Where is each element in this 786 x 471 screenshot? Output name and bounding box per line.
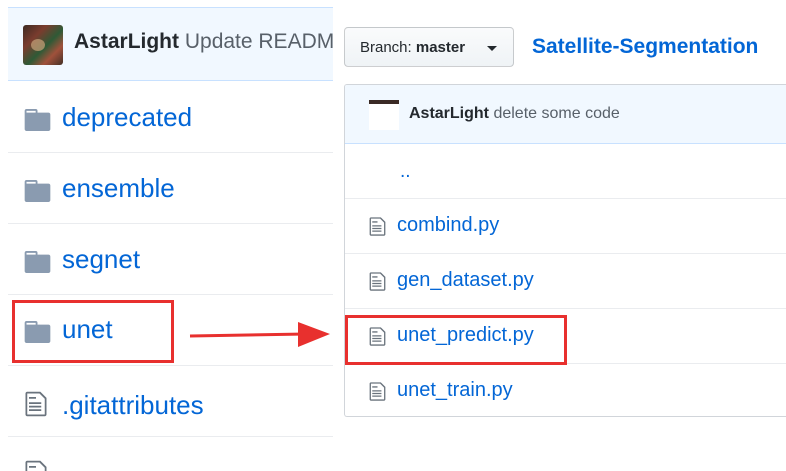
file-row[interactable]: combind.py xyxy=(345,198,786,253)
left-file-list: AstarLight Update READM deprecated ensem… xyxy=(0,0,333,471)
file-link-gitattributes[interactable]: .gitattributes xyxy=(62,390,204,421)
parent-directory-row[interactable]: .. xyxy=(345,143,786,198)
file-row[interactable]: unet_train.py xyxy=(345,363,786,416)
file-icon xyxy=(369,271,386,292)
file-row[interactable]: gen_dataset.py xyxy=(345,253,786,308)
folder-link-segnet[interactable]: segnet xyxy=(62,244,140,275)
parent-directory-link[interactable]: .. xyxy=(400,161,411,183)
list-item[interactable]: .gitattributes xyxy=(8,366,333,437)
file-browser: AstarLight delete some code .. combind.p… xyxy=(344,84,786,417)
author-avatar[interactable] xyxy=(369,100,399,130)
file-icon xyxy=(369,381,386,402)
branch-label: Branch: xyxy=(360,39,412,56)
commit-summary: AstarLight delete some code xyxy=(409,105,620,123)
folder-icon xyxy=(24,251,51,273)
branch-name: master xyxy=(415,39,466,56)
folder-icon xyxy=(24,109,51,131)
latest-commit-bar: AstarLight Update READM xyxy=(8,7,333,81)
list-item-partial[interactable] xyxy=(8,437,333,471)
red-arrow-annotation xyxy=(189,322,330,347)
commit-summary: AstarLight Update READM xyxy=(74,30,333,54)
author-avatar[interactable] xyxy=(23,25,63,65)
latest-commit-bar: AstarLight delete some code xyxy=(345,85,786,144)
list-item[interactable]: deprecated xyxy=(8,82,333,153)
list-item[interactable]: segnet xyxy=(8,224,333,295)
folder-link-deprecated[interactable]: deprecated xyxy=(62,102,192,133)
repo-breadcrumb-link[interactable]: Satellite-Segmentation xyxy=(532,35,758,59)
caret-down-icon xyxy=(487,46,497,51)
list-item[interactable]: ensemble xyxy=(8,153,333,224)
highlight-box-unet-folder xyxy=(12,300,174,363)
file-link-unet-train[interactable]: unet_train.py xyxy=(397,379,513,402)
file-icon xyxy=(369,216,386,237)
file-link-gen-dataset[interactable]: gen_dataset.py xyxy=(397,269,534,292)
branch-select-button[interactable]: Branch: master xyxy=(344,27,514,67)
highlight-box-unet-predict xyxy=(345,315,567,365)
file-icon xyxy=(24,390,48,418)
folder-link-ensemble[interactable]: ensemble xyxy=(62,173,175,204)
file-icon xyxy=(24,459,48,471)
commit-author[interactable]: AstarLight xyxy=(409,105,489,122)
folder-icon xyxy=(24,180,51,202)
file-link-combind[interactable]: combind.py xyxy=(397,214,499,237)
commit-author[interactable]: AstarLight xyxy=(74,30,179,53)
commit-message[interactable]: Update READM xyxy=(185,30,333,53)
commit-message[interactable]: delete some code xyxy=(493,105,619,122)
branch-label-group: Branch: master xyxy=(360,39,465,56)
